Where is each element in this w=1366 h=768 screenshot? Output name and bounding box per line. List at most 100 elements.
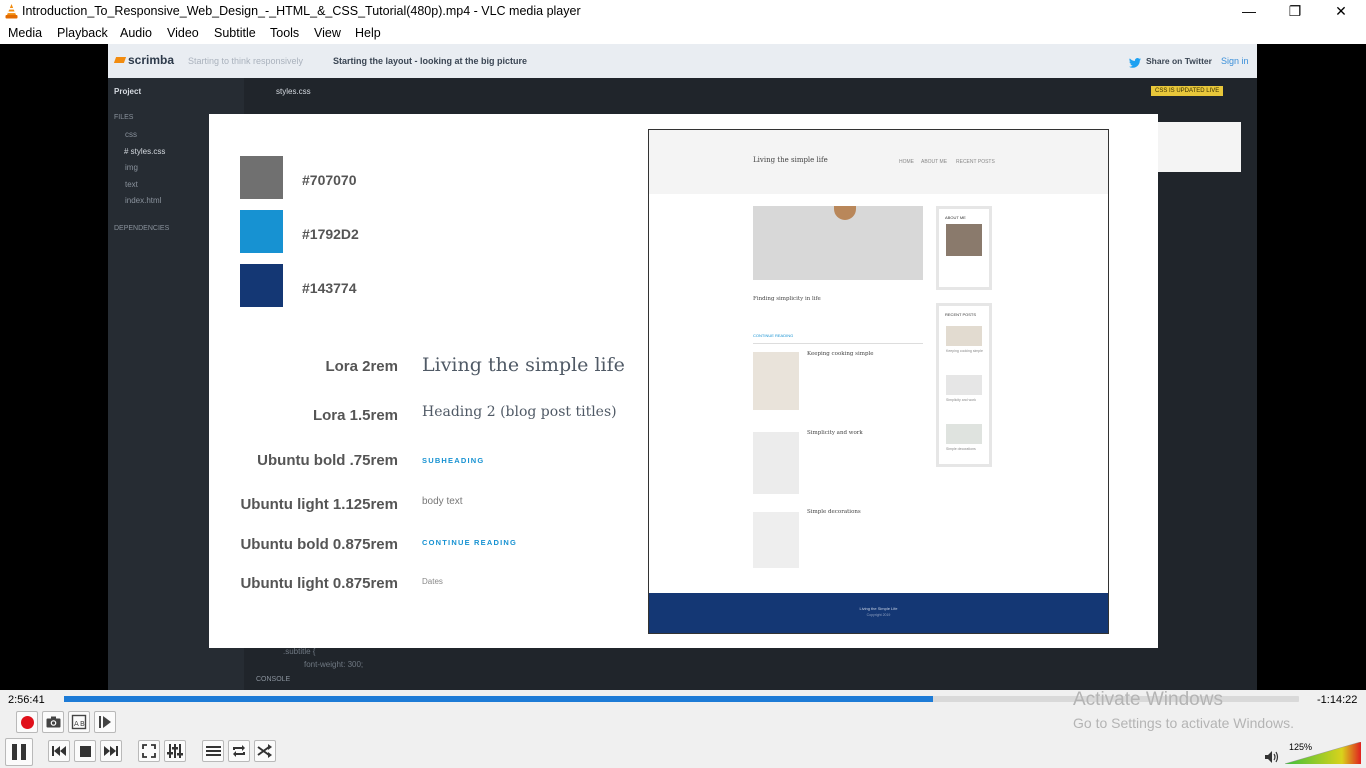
loop-ab-button[interactable]: AB: [68, 711, 90, 733]
menu-audio[interactable]: Audio: [120, 26, 152, 40]
editor-tab-styles[interactable]: styles.css: [276, 87, 311, 96]
restore-button[interactable]: ❐: [1272, 0, 1318, 23]
menu-video[interactable]: Video: [167, 26, 199, 40]
menu-bar: Media Playback Audio Video Subtitle Tool…: [0, 23, 1366, 44]
file-index-html[interactable]: index.html: [125, 196, 161, 205]
font-sample-continue: CONTINUE READING: [422, 538, 518, 547]
speaker-icon[interactable]: [1265, 750, 1279, 768]
stop-icon: [79, 745, 91, 757]
title-bar: Introduction_To_Responsive_Web_Design_-_…: [0, 0, 1366, 23]
camera-icon: [46, 716, 60, 728]
hex-gray: #707070: [302, 172, 357, 188]
stop-button[interactable]: [74, 740, 96, 762]
player-controls: 2:56:41 -1:14:22 AB 125% Activate Window…: [0, 689, 1366, 768]
share-twitter-link[interactable]: Share on Twitter: [1146, 56, 1212, 66]
mock-about-heading: ABOUT ME: [945, 215, 966, 220]
close-button[interactable]: ✕: [1318, 0, 1364, 23]
sign-in-link[interactable]: Sign in: [1221, 56, 1249, 66]
font-label-ubuntu-bold-0875: Ubuntu bold 0.875rem: [240, 536, 398, 553]
font-label-lora-15: Lora 1.5rem: [312, 407, 398, 424]
hex-blue: #1792D2: [302, 226, 359, 242]
twitter-icon[interactable]: [1129, 55, 1141, 73]
code-line-property: font-weight: 300;: [304, 660, 364, 669]
window-title: Introduction_To_Responsive_Web_Design_-_…: [22, 4, 581, 18]
fullscreen-button[interactable]: [138, 740, 160, 762]
record-button[interactable]: [16, 711, 38, 733]
video-area[interactable]: scrimba Starting to think responsively S…: [0, 44, 1366, 690]
mock-divider: [753, 343, 923, 344]
shuffle-button[interactable]: [254, 740, 276, 762]
extended-settings-button[interactable]: [164, 740, 186, 762]
loop-ab-icon: AB: [71, 714, 87, 730]
remaining-time[interactable]: -1:14:22: [1317, 694, 1357, 706]
fullscreen-icon: [142, 744, 156, 758]
frame-step-icon: [99, 716, 111, 728]
mock-recent-link-3: Simple decorations: [946, 447, 976, 451]
menu-tools[interactable]: Tools: [270, 26, 299, 40]
mock-post-title-2: Simplicity and work: [807, 430, 863, 436]
scrimba-header: scrimba Starting to think responsively S…: [108, 44, 1257, 78]
playlist-button[interactable]: [202, 740, 224, 762]
next-icon: [104, 746, 118, 756]
font-sample-lora-2: Living the simple life: [422, 354, 625, 376]
preview-thumbnail[interactable]: [1158, 122, 1241, 172]
folder-img[interactable]: img: [125, 163, 138, 172]
activate-windows-title: Activate Windows: [1073, 689, 1223, 710]
files-heading: FILES: [114, 114, 134, 121]
svg-text:B: B: [80, 720, 85, 728]
mock-recent-link-2: Simplicity and work: [946, 398, 976, 402]
menu-playback[interactable]: Playback: [57, 26, 108, 40]
mock-recent-link-1: Keeping cooking simple: [946, 349, 983, 353]
elapsed-time[interactable]: 2:56:41: [8, 694, 45, 706]
dependencies-heading: DEPENDENCIES: [114, 225, 170, 232]
console-label: CONSOLE: [256, 676, 291, 683]
mock-nav-about: ABOUT ME: [921, 159, 948, 165]
mock-footer-title: Living the Simple Life: [859, 606, 898, 611]
scrimba-logo: scrimba: [128, 53, 175, 67]
mock-recent-heading: RECENT POSTS: [945, 312, 977, 317]
website-mockup: Living the simple life HOME ABOUT ME REC…: [648, 129, 1109, 634]
file-styles-css[interactable]: # styles.css: [124, 147, 165, 156]
menu-subtitle[interactable]: Subtitle: [214, 26, 256, 40]
font-label-ubuntu-light-1125: Ubuntu light 1.125rem: [240, 496, 398, 513]
folder-css[interactable]: css: [125, 130, 137, 139]
mock-footer-copyright: Copyright 2019: [866, 613, 891, 617]
playlist-icon: [205, 746, 221, 756]
mock-nav-home: HOME: [899, 159, 914, 165]
font-sample-dates: Dates: [422, 577, 443, 586]
font-sample-lora-15: Heading 2 (blog post titles): [422, 404, 617, 420]
mock-recent-thumb-2: [946, 375, 982, 395]
menu-view[interactable]: View: [314, 26, 341, 40]
snapshot-button[interactable]: [42, 711, 64, 733]
breadcrumb-chapter[interactable]: Starting to think responsively: [188, 56, 303, 66]
scrimba-logo-icon: [113, 57, 127, 63]
swatch-blue: [240, 210, 283, 253]
volume-slider[interactable]: [1285, 742, 1361, 764]
loop-button[interactable]: [228, 740, 250, 762]
swatch-navy: [240, 264, 283, 307]
pause-button[interactable]: [5, 738, 33, 766]
mock-recent-thumb-1: [946, 326, 982, 346]
code-line-selector: .subtitle {: [283, 647, 316, 656]
menu-media[interactable]: Media: [8, 26, 42, 40]
mock-post-title-3: Simple decorations: [807, 509, 861, 515]
mock-nav-recent: RECENT POSTS: [956, 159, 995, 165]
project-heading: Project: [114, 87, 142, 96]
font-label-lora-2: Lora 2rem: [325, 358, 398, 375]
mock-featured-title: Finding simplicity in life: [753, 296, 821, 302]
mock-recent-thumb-3: [946, 424, 982, 444]
activate-windows-subtitle: Go to Settings to activate Windows.: [1073, 715, 1294, 731]
swatch-gray: [240, 156, 283, 199]
mock-post-image-2: [753, 432, 799, 494]
frame-by-frame-button[interactable]: [94, 711, 116, 733]
next-button[interactable]: [100, 740, 122, 762]
breadcrumb-lesson[interactable]: Starting the layout - looking at the big…: [333, 56, 527, 66]
previous-icon: [52, 746, 66, 756]
folder-text[interactable]: text: [125, 180, 138, 189]
menu-help[interactable]: Help: [355, 26, 381, 40]
previous-button[interactable]: [48, 740, 70, 762]
mock-post-title-1: Keeping cooking simple: [807, 351, 874, 357]
record-icon: [20, 715, 34, 729]
mock-continue-1: CONTINUE READING: [753, 333, 794, 338]
minimize-button[interactable]: —: [1226, 0, 1272, 23]
